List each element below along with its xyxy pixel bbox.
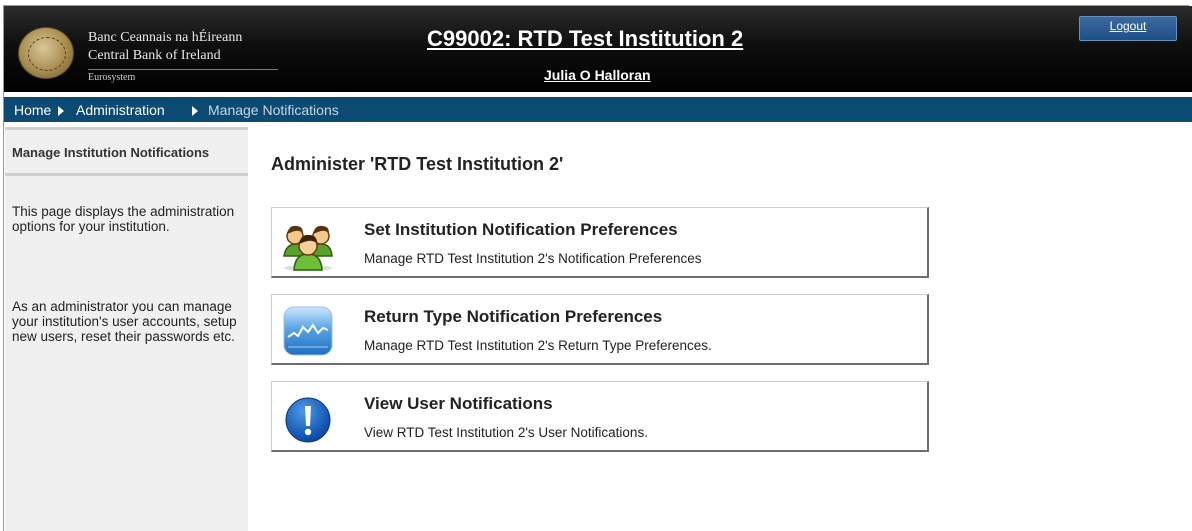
brand-name-english: Central Bank of Ireland <box>88 48 221 63</box>
user-name-link[interactable]: Julia O Halloran <box>544 67 651 83</box>
chevron-right-icon <box>192 106 198 116</box>
breadcrumb: Home Administration Manage Notifications <box>4 97 1192 122</box>
view-user-notifications-card[interactable]: View User Notifications View RTD Test In… <box>271 381 929 452</box>
users-group-icon <box>280 216 336 272</box>
sidebar-title: Manage Institution Notifications <box>5 130 248 176</box>
site-header: Banc Ceannais na hÉireann Central Bank o… <box>4 6 1192 92</box>
institution-title-link[interactable]: C99002: RTD Test Institution 2 <box>427 26 743 52</box>
chevron-right-icon <box>58 106 64 116</box>
breadcrumb-manage-notifications: Manage Notifications <box>208 102 339 118</box>
stocks-chart-icon <box>280 303 336 359</box>
view-user-notifications-description: View RTD Test Institution 2's User Notif… <box>364 425 648 440</box>
view-user-notifications-title[interactable]: View User Notifications <box>364 394 553 414</box>
sidebar-description: This page displays the administration op… <box>12 204 235 234</box>
return-type-notification-preferences-card[interactable]: Return Type Notification Preferences Man… <box>271 294 929 365</box>
sidebar: Manage Institution Notifications This pa… <box>5 127 248 531</box>
logout-button[interactable]: Logout <box>1079 16 1177 41</box>
set-institution-notification-preferences-card[interactable]: Set Institution Notification Preferences… <box>271 207 929 278</box>
set-institution-notification-preferences-description: Manage RTD Test Institution 2's Notifica… <box>364 251 702 266</box>
brand-subtitle: Eurosystem <box>88 72 136 83</box>
breadcrumb-home[interactable]: Home <box>14 102 51 118</box>
return-type-notification-preferences-description: Manage RTD Test Institution 2's Return T… <box>364 338 712 353</box>
sidebar-admin-info: As an administrator you can manage your … <box>12 299 237 344</box>
brand-name-irish: Banc Ceannais na hÉireann <box>88 30 243 45</box>
central-bank-seal-logo <box>18 27 74 79</box>
set-institution-notification-preferences-title[interactable]: Set Institution Notification Preferences <box>364 220 678 240</box>
breadcrumb-administration[interactable]: Administration <box>76 102 165 118</box>
page-title: Administer 'RTD Test Institution 2' <box>271 154 564 174</box>
return-type-notification-preferences-title[interactable]: Return Type Notification Preferences <box>364 307 662 327</box>
alert-exclamation-icon <box>280 390 336 446</box>
brand-divider <box>88 69 278 70</box>
